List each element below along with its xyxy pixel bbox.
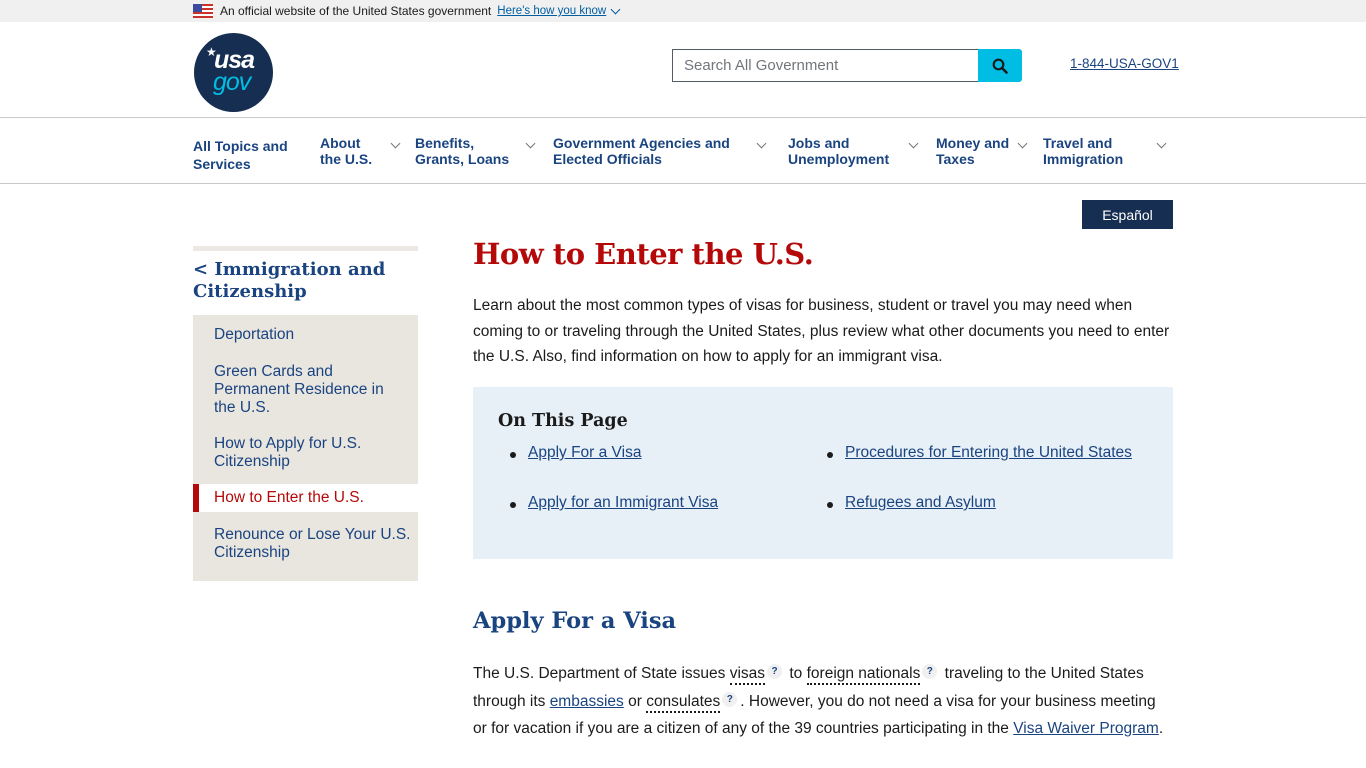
search-input[interactable]: [672, 49, 978, 82]
chevron-down-icon[interactable]: [525, 138, 536, 149]
search-icon: [992, 58, 1008, 74]
nav-item-money-taxes[interactable]: Money and Taxes: [936, 135, 1016, 167]
otp-link-apply-visa[interactable]: Apply For a Visa: [528, 444, 641, 462]
bullet-icon: [827, 502, 833, 508]
intro-paragraph: Learn about the most common types of vis…: [473, 297, 1170, 365]
bullet-icon: [827, 452, 833, 458]
apply-visa-paragraph: The U.S. Department of State issues visa…: [473, 660, 1173, 743]
nav-item-all-topics[interactable]: All Topics and Services: [193, 137, 293, 173]
logo-text-gov: gov: [213, 68, 251, 96]
chevron-down-icon[interactable]: [908, 138, 919, 149]
glossary-help-icon[interactable]: ?: [767, 664, 783, 679]
sidebar-item-renounce-citizenship[interactable]: Renounce or Lose Your U.S. Citizenship: [214, 526, 414, 562]
search-button[interactable]: [978, 49, 1022, 82]
visa-waiver-program-link[interactable]: Visa Waiver Program: [1013, 720, 1159, 737]
on-this-page-box: On This Page Apply For a Visa Procedures…: [473, 387, 1173, 559]
embassies-link[interactable]: embassies: [550, 693, 624, 710]
section-title-apply-visa: Apply For a Visa: [473, 608, 677, 634]
page-title: How to Enter the U.S.: [473, 237, 814, 271]
phone-link[interactable]: 1-844-USA-GOV1: [1070, 56, 1179, 71]
glossary-term-consulates[interactable]: consulates: [646, 692, 721, 713]
otp-link-procedures[interactable]: Procedures for Entering the United State…: [845, 444, 1132, 462]
main-nav: All Topics and Services About the U.S. B…: [0, 118, 1366, 184]
chevron-down-icon[interactable]: [390, 138, 401, 149]
text: to: [785, 665, 807, 682]
nav-item-benefits[interactable]: Benefits, Grants, Loans: [415, 135, 515, 167]
nav-item-jobs[interactable]: Jobs and Unemployment: [788, 135, 898, 167]
gov-banner-text: An official website of the United States…: [220, 4, 492, 18]
chevron-down-icon[interactable]: [610, 4, 621, 14]
sidebar-divider: [193, 246, 418, 251]
otp-link-immigrant-visa[interactable]: Apply for an Immigrant Visa: [528, 494, 718, 512]
chevron-down-icon[interactable]: [756, 138, 767, 149]
glossary-term-foreign-nationals[interactable]: foreign nationals: [806, 665, 921, 685]
bullet-icon: [510, 502, 516, 508]
text: or: [623, 692, 647, 710]
glossary-help-icon[interactable]: ?: [922, 664, 938, 679]
nav-item-travel-immigration[interactable]: Travel and Immigration: [1043, 135, 1133, 167]
chevron-down-icon[interactable]: [1017, 138, 1028, 149]
text: The U.S. Department of State issues: [473, 665, 730, 682]
sidebar-item-how-to-enter[interactable]: How to Enter the U.S.: [193, 484, 418, 512]
on-this-page-title: On This Page: [498, 411, 628, 431]
text: .: [1158, 720, 1164, 737]
espanol-button[interactable]: Español: [1082, 200, 1173, 229]
sidebar-item-deportation[interactable]: Deportation: [214, 326, 414, 344]
us-flag-icon: [193, 4, 213, 18]
nav-item-about-us[interactable]: About the U.S.: [320, 135, 380, 167]
glossary-term-visas[interactable]: visas: [729, 665, 766, 685]
bullet-icon: [510, 452, 516, 458]
usagov-logo[interactable]: ★ usa gov: [194, 33, 273, 112]
otp-link-refugees[interactable]: Refugees and Asylum: [845, 494, 996, 512]
sidebar-parent-link[interactable]: < Immigration and Citizenship: [193, 259, 418, 303]
sidebar-nav: Deportation Green Cards and Permanent Re…: [193, 315, 418, 581]
glossary-help-icon[interactable]: ?: [722, 691, 738, 707]
sidebar-item-label: How to Enter the U.S.: [214, 489, 364, 506]
chevron-down-icon[interactable]: [1156, 138, 1167, 149]
gov-banner: An official website of the United States…: [0, 0, 1366, 22]
nav-item-government-agencies[interactable]: Government Agencies and Elected Official…: [553, 135, 733, 167]
heres-how-you-know-link[interactable]: Here's how you know: [497, 5, 606, 17]
site-header: ★ usa gov 1-844-USA-GOV1: [0, 22, 1366, 118]
sidebar-item-green-cards[interactable]: Green Cards and Permanent Residence in t…: [214, 363, 399, 417]
sidebar-item-apply-citizenship[interactable]: How to Apply for U.S. Citizenship: [214, 435, 384, 471]
search-form: [672, 49, 1022, 82]
